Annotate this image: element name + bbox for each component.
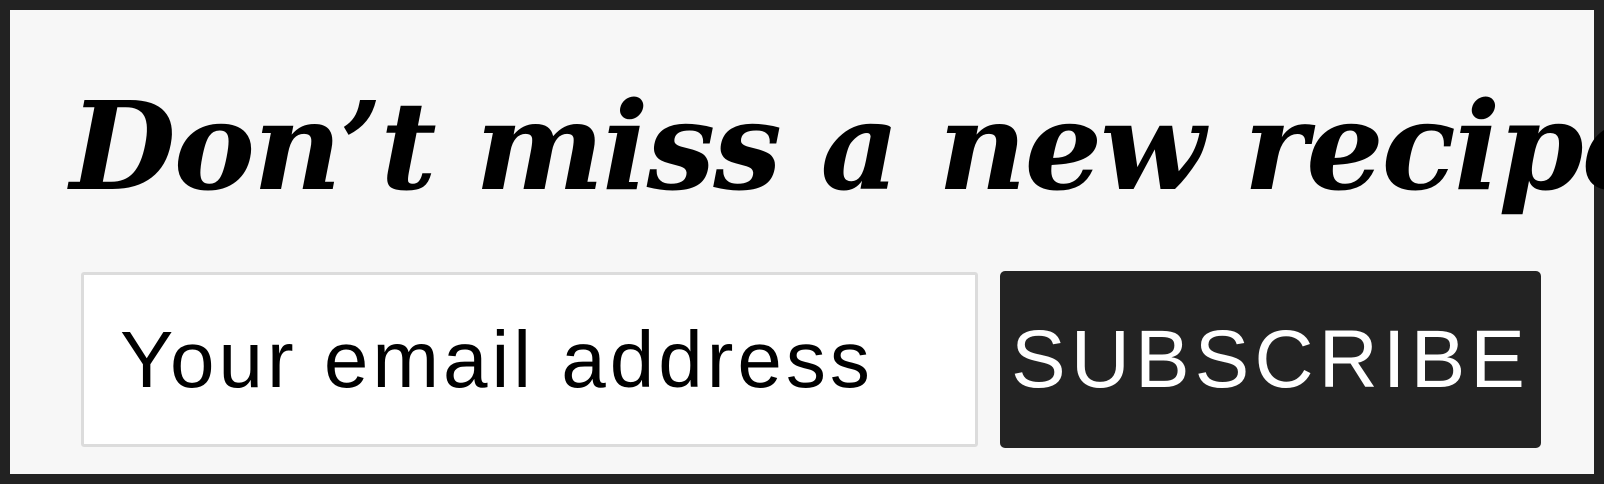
subscribe-button[interactable]: SUBSCRIBE bbox=[1000, 271, 1541, 448]
newsletter-signup-panel: Don’t miss a new recipe SUBSCRIBE bbox=[0, 0, 1604, 484]
signup-headline: Don’t miss a new recipe bbox=[70, 74, 1604, 218]
email-input[interactable] bbox=[81, 272, 978, 447]
